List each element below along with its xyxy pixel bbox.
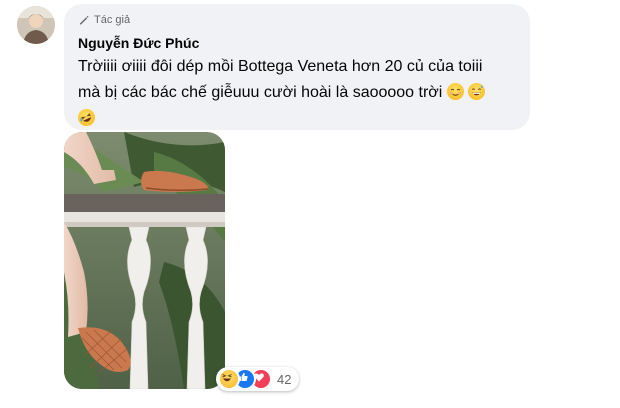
author-name[interactable]: Nguyễn Đức Phúc — [78, 35, 199, 51]
reactions-count: 42 — [277, 371, 292, 387]
reactions-summary[interactable]: 42 — [216, 367, 300, 391]
relieved-emoji — [446, 83, 464, 100]
grinning-sweat-emoji — [468, 83, 486, 100]
author-avatar[interactable] — [17, 6, 55, 44]
haha-reaction-icon — [218, 368, 240, 390]
comment-text-line-1: Trờiiii ơiiii đôi dép mồi Bottega Veneta… — [78, 58, 483, 75]
author-badge-label: Tác giả — [94, 14, 131, 26]
comment-photo[interactable] — [64, 132, 225, 389]
comment-text: Trờiiii ơiiii đôi dép mồi Bottega Veneta… — [75, 54, 526, 132]
author-badge: Tác giả — [78, 14, 130, 26]
comment-bubble: Tác giả Nguyễn Đức Phúc Trờiiii ơiiii đô… — [64, 4, 530, 130]
pencil-icon — [80, 15, 89, 25]
comment-text-line-2: mà bị các bác chế giễuuu cười hoài là sa… — [78, 84, 443, 101]
rofl-emoji — [75, 106, 98, 129]
